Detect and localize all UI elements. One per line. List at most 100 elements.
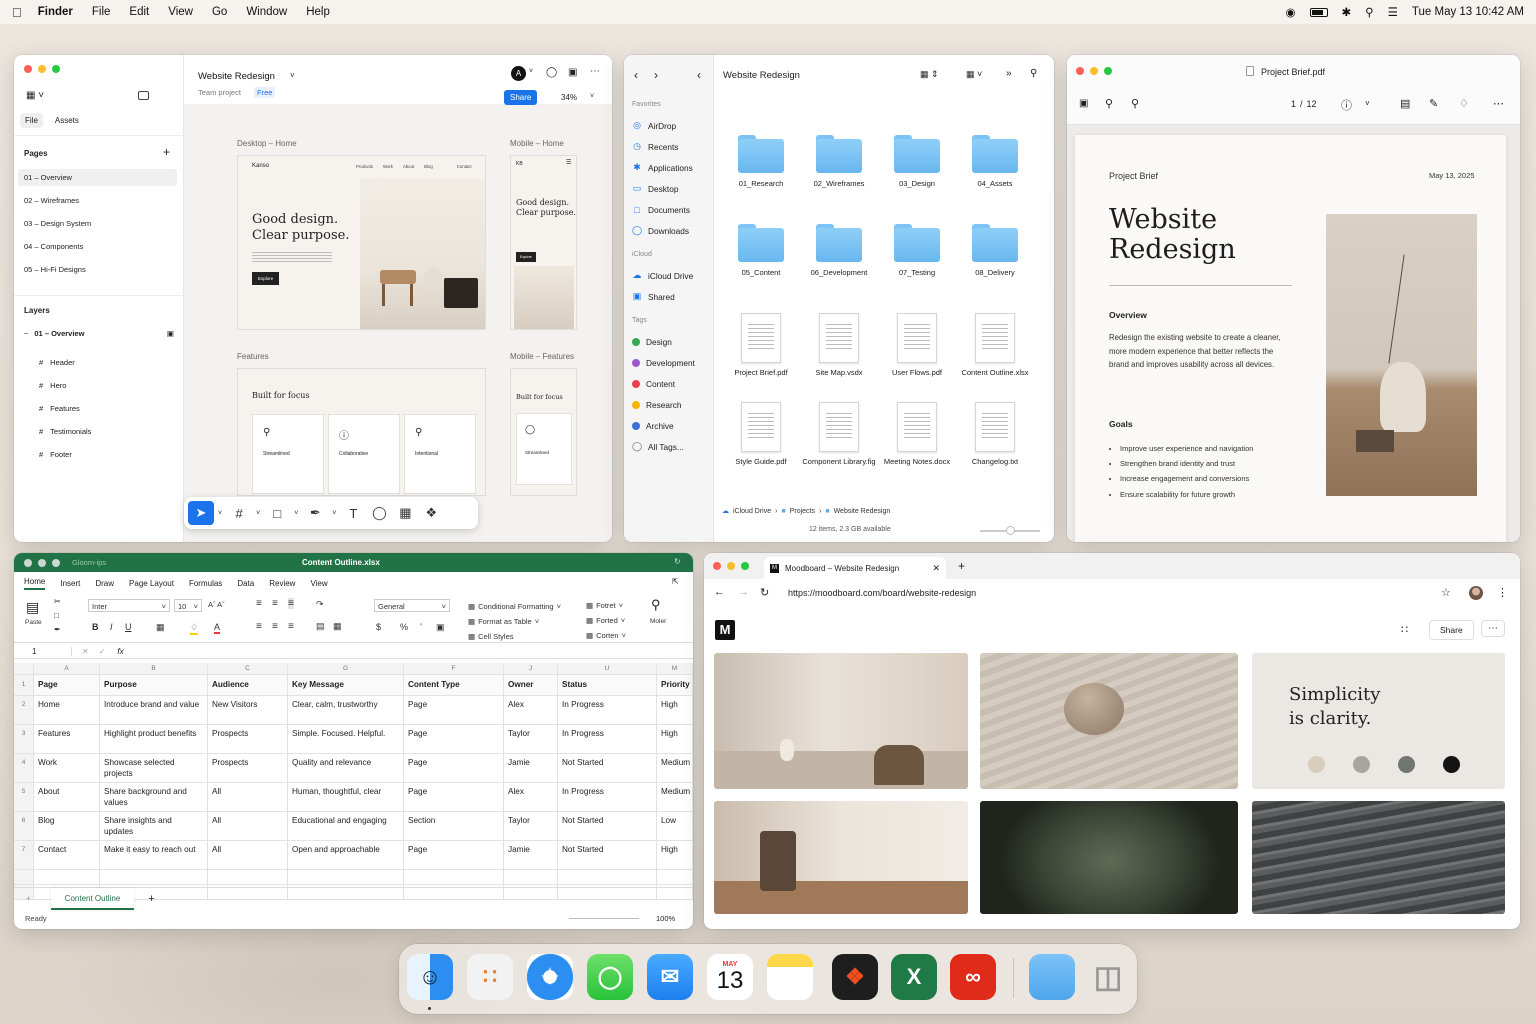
- features-frame[interactable]: Built for focus ⚲ Streamlined ⓘ Collabor…: [237, 368, 486, 496]
- file-title[interactable]: Website Redesign: [198, 71, 275, 82]
- search-icon[interactable]: ⚲: [651, 597, 661, 613]
- path-item[interactable]: Projects: [790, 508, 815, 515]
- tab-data[interactable]: Data: [237, 579, 254, 588]
- cell[interactable]: Taylor: [504, 812, 558, 840]
- menu-help[interactable]: Help: [306, 6, 330, 18]
- cell[interactable]: A: [34, 663, 100, 674]
- figma-menu-icon[interactable]: ▦ ˅: [26, 90, 44, 101]
- notes-app-icon[interactable]: [767, 954, 813, 1000]
- cell[interactable]: Status: [558, 675, 657, 695]
- share-button[interactable]: Share: [1429, 620, 1474, 640]
- mobile-home-frame[interactable]: KB ☰ Good design. Clear purpose. Explore: [510, 155, 577, 330]
- forward-icon[interactable]: ›: [654, 68, 658, 82]
- cell[interactable]: Not Started: [558, 754, 657, 782]
- copy-icon[interactable]: □: [54, 611, 59, 620]
- text-tool[interactable]: T: [340, 501, 366, 525]
- bold-button[interactable]: B: [92, 622, 99, 632]
- tab-draw[interactable]: Draw: [95, 579, 114, 588]
- color-swatch[interactable]: [1398, 756, 1415, 773]
- font-grow-icon[interactable]: Aˆ Aˇ: [208, 600, 225, 609]
- align-middle-icon[interactable]: ≡: [272, 598, 278, 609]
- back-icon[interactable]: ←: [714, 586, 725, 598]
- layer-root[interactable]: 01 – Overview: [34, 329, 84, 338]
- folder-item[interactable]: 05_Content: [722, 224, 800, 278]
- calendar-app-icon[interactable]: MAY 13: [707, 954, 753, 1000]
- folder-item[interactable]: 03_Design: [878, 135, 956, 189]
- messages-app-icon[interactable]: ◯: [587, 954, 633, 1000]
- cell[interactable]: Highlight product benefits: [100, 725, 208, 753]
- group-icon[interactable]: ▦ ˅: [966, 69, 982, 80]
- more-icon[interactable]: ⋯: [590, 66, 600, 77]
- cell[interactable]: Introduce brand and value: [100, 696, 208, 724]
- apple-icon[interactable]: : [12, 5, 22, 20]
- chevron-down-icon[interactable]: ˅: [590, 93, 594, 100]
- cell[interactable]: Audience: [208, 675, 288, 695]
- pen-tool[interactable]: ✒: [302, 501, 328, 525]
- spreadsheet-grid[interactable]: A B C G F J U M 1 Page Purpose Audience Key Message C…: [14, 663, 693, 900]
- browser-tab[interactable]: M Moodboard – Website Redesign ✕: [764, 557, 946, 579]
- cell[interactable]: Page: [404, 841, 504, 869]
- color-swatch[interactable]: [1353, 756, 1370, 773]
- sidebar-item-recents[interactable]: ◷ Recents: [632, 136, 714, 157]
- play-icon[interactable]: ◯: [546, 67, 557, 78]
- folder-item[interactable]: 08_Delivery: [956, 224, 1034, 278]
- cell[interactable]: In Progress: [558, 696, 657, 724]
- delete-cells-button[interactable]: ▦ Forted ˅: [586, 613, 626, 628]
- cell[interactable]: [288, 870, 404, 884]
- paste-icon[interactable]: ▤: [26, 599, 39, 616]
- cell[interactable]: New Visitors: [208, 696, 288, 724]
- add-sheet-icon[interactable]: +: [26, 894, 31, 903]
- cell[interactable]: Taylor: [504, 725, 558, 753]
- excel-app-icon[interactable]: X: [891, 954, 937, 1000]
- menu-edit[interactable]: Edit: [129, 6, 149, 18]
- cell[interactable]: Purpose: [100, 675, 208, 695]
- cell[interactable]: Simple. Focused. Helpful.: [288, 725, 404, 753]
- underline-button[interactable]: U: [125, 622, 132, 632]
- conditional-formatting-button[interactable]: ▦ Conditional Formatting ˅: [468, 599, 561, 614]
- path-item[interactable]: Website Redesign: [834, 508, 891, 515]
- forward-icon[interactable]: →: [738, 586, 749, 598]
- sidebar-tag[interactable]: Archive: [632, 415, 714, 436]
- mobile-features-frame[interactable]: Built for focus ◯ Streamlined: [510, 368, 577, 496]
- share-icon[interactable]: ♢: [1459, 97, 1469, 110]
- cell[interactable]: Jamie: [504, 841, 558, 869]
- cell[interactable]: Prospects: [208, 725, 288, 753]
- align-left-icon[interactable]: ≡: [256, 621, 262, 632]
- borders-icon[interactable]: ▦: [156, 622, 165, 633]
- color-swatch[interactable]: [1443, 756, 1460, 773]
- window-controls[interactable]: [24, 65, 60, 73]
- collapse-icon[interactable]: −: [24, 329, 28, 338]
- orientation-icon[interactable]: ↷: [316, 599, 324, 610]
- font-color-icon[interactable]: A: [214, 622, 221, 634]
- wrap-text-icon[interactable]: ▤: [316, 621, 325, 632]
- more-icon[interactable]: »: [1006, 68, 1012, 79]
- more-icon[interactable]: ⋮: [1497, 586, 1508, 599]
- cell[interactable]: Share background and values: [100, 783, 208, 811]
- lock-icon[interactable]: ▣: [167, 329, 174, 338]
- tab-formulas[interactable]: Formulas: [189, 579, 222, 588]
- menu-window[interactable]: Window: [246, 6, 287, 18]
- chevron-down-icon[interactable]: ˅: [332, 510, 336, 517]
- cell[interactable]: C: [208, 663, 288, 674]
- cut-icon[interactable]: ✂: [54, 597, 61, 606]
- cell[interactable]: B: [100, 663, 208, 674]
- format-painter-icon[interactable]: ✒: [54, 625, 61, 634]
- figma-canvas[interactable]: Website Redesign ˅ Team project Free A ˅…: [184, 55, 612, 542]
- cell[interactable]: [558, 870, 657, 884]
- cell[interactable]: All: [208, 841, 288, 869]
- sidebar-tag[interactable]: Design: [632, 331, 714, 352]
- cell[interactable]: J: [504, 663, 558, 674]
- address-bar[interactable]: https://moodboard.com/board/website-rede…: [788, 588, 976, 598]
- move-tool[interactable]: ➤: [188, 501, 214, 525]
- layer-item[interactable]: # Testimonials: [39, 420, 91, 443]
- cell[interactable]: [404, 870, 504, 884]
- page-item[interactable]: 02 – Wireframes: [18, 192, 177, 209]
- icon-size-slider[interactable]: [980, 526, 1040, 535]
- file-item[interactable]: Project Brief.pdf: [722, 313, 800, 378]
- sidebar-item-desktop[interactable]: ▭ Desktop: [632, 178, 714, 199]
- zoom-out-icon[interactable]: ⚲: [1105, 97, 1113, 110]
- moodboard-image-chair[interactable]: [714, 801, 968, 914]
- sidebar-item-icloud-drive[interactable]: ☁ iCloud Drive: [632, 265, 714, 286]
- tab-assets[interactable]: Assets: [47, 113, 87, 128]
- layer-item[interactable]: # Features: [39, 397, 91, 420]
